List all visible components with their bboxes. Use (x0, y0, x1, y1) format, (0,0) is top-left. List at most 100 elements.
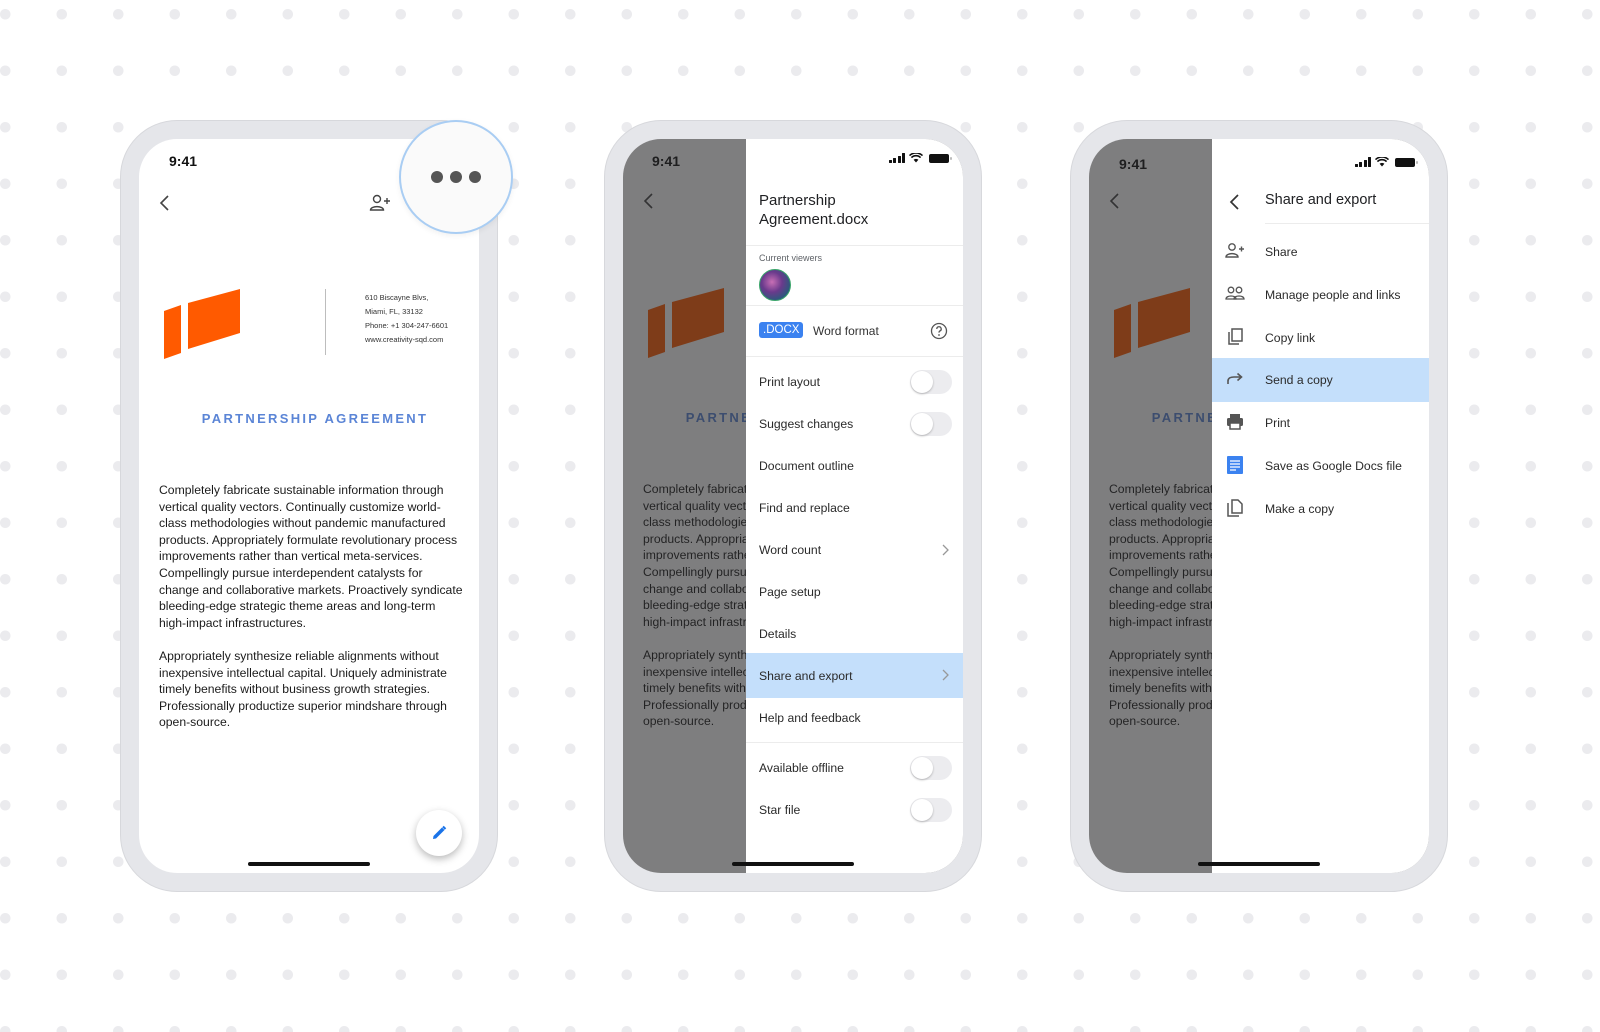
people-icon (1225, 286, 1245, 300)
menu-item-print-layout[interactable]: Print layout (746, 361, 963, 403)
help-circle-icon[interactable] (930, 322, 948, 340)
menu-item-label: Suggest changes (759, 417, 854, 431)
menu-item-details[interactable]: Details (746, 613, 963, 655)
share-item-label: Share (1265, 244, 1298, 259)
signal-icon (1354, 157, 1371, 167)
menu-item-share-and-export[interactable]: Share and export (746, 653, 963, 698)
menu-item-label: Document outline (759, 459, 854, 473)
divider (746, 245, 963, 246)
menu-item-label: Help and feedback (759, 711, 861, 725)
print-layout-toggle[interactable] (910, 370, 952, 394)
share-export-drawer: Share and export Share Manage people and… (1212, 139, 1429, 873)
menu-item-label: Share and export (759, 668, 853, 683)
format-badge: .DOCX (759, 322, 804, 338)
suggest-changes-toggle[interactable] (910, 412, 952, 436)
menu-item-label: Available offline (759, 761, 844, 775)
status-time: 9:41 (169, 153, 198, 169)
screen: 9:41 PARTNERSHIP AGREEMENT Completely fa… (1089, 139, 1429, 873)
format-label: Word format (813, 324, 879, 338)
share-item-label: Print (1265, 415, 1291, 430)
printer-icon (1227, 414, 1243, 430)
share-item-save-as-google-docs[interactable]: Save as Google Docs file (1212, 444, 1429, 487)
more-options-button[interactable] (399, 120, 513, 234)
file-name-line: Agreement.docx (759, 211, 869, 228)
share-item-print[interactable]: Print (1212, 401, 1429, 444)
share-item-label: Make a copy (1265, 501, 1335, 516)
status-icons (888, 153, 952, 163)
wifi-icon (909, 153, 923, 163)
address-line: Miami, FL, 33132 (365, 307, 423, 316)
header-divider (325, 289, 326, 355)
share-item-share[interactable]: Share (1212, 230, 1429, 273)
menu-item-help-and-feedback[interactable]: Help and feedback (746, 697, 963, 739)
share-export-title: Share and export (1265, 192, 1377, 208)
chevron-left-icon[interactable] (1228, 193, 1242, 211)
share-item-copy-link[interactable]: Copy link (1212, 316, 1429, 359)
chevron-right-icon (942, 669, 949, 681)
more-horizontal-icon (469, 171, 481, 183)
document-menu-drawer: Partnership Agreement.docx Current viewe… (746, 139, 963, 873)
chevron-left-icon[interactable] (157, 193, 173, 213)
available-offline-toggle[interactable] (910, 756, 952, 780)
share-item-manage-people[interactable]: Manage people and links (1212, 273, 1429, 316)
address-line: www.creativity-sqd.com (365, 335, 444, 344)
menu-item-label: Word count (759, 543, 822, 557)
more-horizontal-icon (450, 171, 462, 183)
menu-item-label: Page setup (759, 585, 821, 599)
chevron-right-icon (942, 544, 949, 556)
person-add-icon (1225, 243, 1244, 258)
divider (746, 305, 963, 306)
file-name: Partnership Agreement.docx (759, 191, 949, 229)
forward-arrow-icon (1227, 372, 1243, 384)
phone-share-export-view: 9:41 PARTNERSHIP AGREEMENT Completely fa… (1071, 121, 1447, 891)
menu-item-available-offline[interactable]: Available offline (746, 747, 963, 789)
share-item-make-a-copy[interactable]: Make a copy (1212, 487, 1429, 530)
screen: 9:41 610 Biscayne Blvs, Miami, FL, 33132… (139, 139, 479, 873)
company-logo (164, 289, 240, 359)
phone-document-view: 9:41 610 Biscayne Blvs, Miami, FL, 33132… (121, 121, 497, 891)
share-item-label: Send a copy (1265, 373, 1333, 387)
wifi-icon (1375, 157, 1389, 167)
share-item-label: Manage people and links (1265, 287, 1401, 302)
document-paragraph: Appropriately synthesize reliable alignm… (159, 649, 447, 730)
document-title: PARTNERSHIP AGREEMENT (201, 411, 429, 426)
address-line: Phone: +1 304-247-6601 (365, 321, 449, 330)
viewer-avatar[interactable] (759, 269, 791, 301)
share-item-label: Save as Google Docs file (1265, 458, 1402, 473)
menu-item-label: Print layout (759, 375, 820, 389)
battery-icon (929, 153, 952, 163)
screen: 9:41 PARTNERSHIP AGREEMENT Completely fa… (623, 139, 963, 873)
divider (746, 742, 963, 743)
person-add-icon[interactable] (369, 193, 391, 213)
edit-fab-button[interactable] (416, 810, 462, 856)
company-address: 610 Biscayne Blvs, Miami, FL, 33132 Phon… (365, 291, 448, 347)
pencil-icon (433, 825, 447, 839)
document-view: 9:41 610 Biscayne Blvs, Miami, FL, 33132… (139, 139, 479, 873)
menu-item-label: Details (759, 627, 797, 641)
home-indicator (732, 862, 854, 866)
menu-item-star-file[interactable]: Star file (746, 789, 963, 831)
menu-item-suggest-changes[interactable]: Suggest changes (746, 403, 963, 445)
home-indicator (1198, 862, 1320, 866)
share-item-send-a-copy[interactable]: Send a copy (1212, 358, 1429, 402)
menu-item-find-and-replace[interactable]: Find and replace (746, 487, 963, 529)
google-docs-icon (1227, 456, 1243, 474)
divider (1265, 223, 1429, 224)
menu-item-word-count[interactable]: Word count (746, 529, 963, 571)
star-file-toggle[interactable] (910, 798, 952, 822)
divider (746, 356, 963, 357)
share-item-label: Copy link (1265, 330, 1316, 345)
phone-menu-view: 9:41 PARTNERSHIP AGREEMENT Completely fa… (605, 121, 981, 891)
menu-item-label: Find and replace (759, 501, 850, 515)
current-viewers-label: Current viewers (759, 253, 823, 263)
menu-item-page-setup[interactable]: Page setup (746, 571, 963, 613)
file-name-line: Partnership (759, 192, 836, 209)
menu-item-document-outline[interactable]: Document outline (746, 445, 963, 487)
menu-item-label: Star file (759, 803, 801, 817)
document-paragraph: Completely fabricate sustainable informa… (159, 483, 463, 630)
copy-icon (1228, 328, 1243, 345)
signal-icon (888, 153, 905, 163)
address-line: 610 Biscayne Blvs, (365, 293, 429, 302)
more-horizontal-icon (431, 171, 443, 183)
home-indicator (248, 862, 370, 866)
